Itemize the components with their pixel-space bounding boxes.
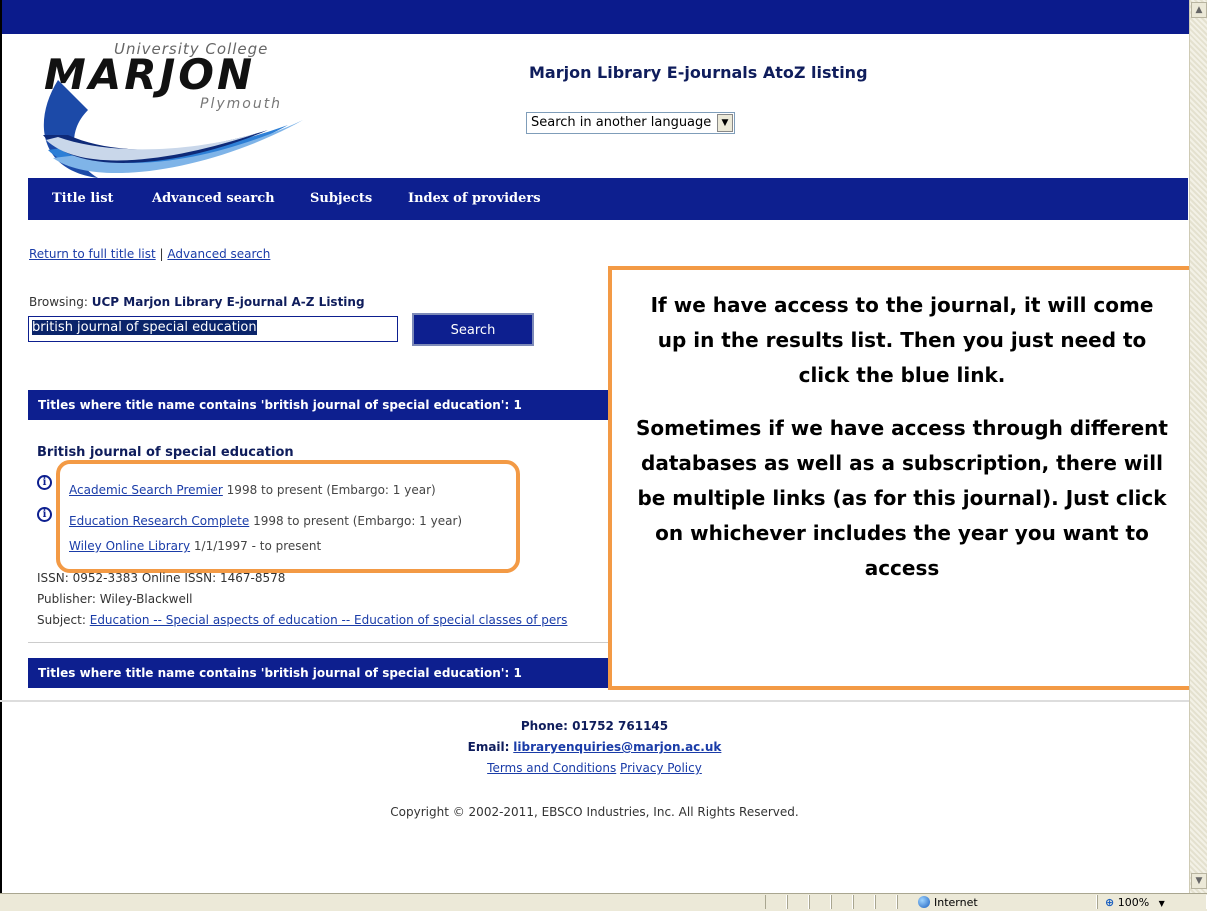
status-cell bbox=[875, 895, 897, 909]
terms-link[interactable]: Terms and Conditions bbox=[487, 761, 616, 775]
chevron-down-icon[interactable]: ▼ bbox=[1159, 899, 1165, 908]
zoom-control[interactable]: ⊕ 100% ▼ bbox=[1105, 895, 1200, 910]
globe-icon bbox=[918, 896, 930, 908]
vertical-scrollbar[interactable]: ▲ ▼ bbox=[1189, 0, 1207, 893]
advanced-search-link[interactable]: Advanced search bbox=[167, 247, 270, 261]
footer-email: Email: libraryenquiries@marjon.ac.uk bbox=[0, 740, 1189, 754]
footer-divider bbox=[0, 700, 1189, 702]
subject-label: Subject: bbox=[37, 613, 86, 627]
top-banner-strip bbox=[2, 0, 1189, 34]
browser-window: University College MARJON Plymouth Marjo… bbox=[0, 0, 1207, 911]
page-title: Marjon Library E-journals AtoZ listing bbox=[529, 63, 868, 82]
annotation-note: If we have access to the journal, it wil… bbox=[608, 266, 1196, 690]
subject: Subject: Education -- Special aspects of… bbox=[37, 613, 612, 627]
zoom-icon: ⊕ bbox=[1105, 896, 1115, 909]
subject-link[interactable]: Education -- Special aspects of educatio… bbox=[90, 613, 568, 627]
status-cell bbox=[787, 895, 809, 909]
breadcrumb-separator: | bbox=[159, 247, 164, 261]
browsing-collection: UCP Marjon Library E-journal A-Z Listing bbox=[91, 295, 365, 309]
return-to-title-list-link[interactable]: Return to full title list bbox=[29, 247, 156, 261]
publisher: Publisher: Wiley-Blackwell bbox=[37, 592, 193, 606]
annotation-paragraph-1: If we have access to the journal, it wil… bbox=[650, 293, 1154, 387]
status-cell bbox=[853, 895, 875, 909]
scroll-up-icon[interactable]: ▲ bbox=[1191, 2, 1207, 18]
security-zone: Internet bbox=[918, 895, 1088, 910]
status-bar: Internet ⊕ 100% ▼ bbox=[0, 893, 1207, 911]
status-cell bbox=[765, 895, 787, 909]
browsing-label-text: Browsing: bbox=[29, 295, 88, 309]
breadcrumb: Return to full title list | Advanced sea… bbox=[29, 247, 270, 261]
footer-phone: Phone: 01752 761145 bbox=[520, 719, 669, 733]
annotation-paragraph-2: Sometimes if we have access through diff… bbox=[636, 416, 1168, 580]
logo-bottom-text: Plymouth bbox=[200, 96, 283, 112]
logo[interactable]: University College MARJON Plymouth bbox=[28, 40, 318, 180]
info-icon[interactable]: i bbox=[37, 507, 52, 522]
provider-links-highlight bbox=[56, 460, 520, 573]
language-select-value: Search in another language bbox=[531, 115, 712, 130]
footer-email-label: Email: bbox=[467, 740, 510, 754]
footer-links: Terms and Conditions Privacy Policy bbox=[0, 761, 1189, 775]
main-nav: Title list Advanced search Subjects Inde… bbox=[28, 178, 1188, 220]
info-icon[interactable]: i bbox=[37, 475, 52, 490]
logo-main-text: MARJON bbox=[44, 50, 256, 99]
language-select[interactable]: Search in another language ▼ bbox=[526, 112, 735, 134]
zone-label: Internet bbox=[934, 896, 978, 909]
footer-email-link[interactable]: libraryenquiries@marjon.ac.uk bbox=[513, 740, 721, 754]
status-cell bbox=[809, 895, 831, 909]
browsing-label: Browsing: UCP Marjon Library E-journal A… bbox=[29, 295, 365, 309]
search-query-text: british journal of special education bbox=[32, 320, 257, 335]
search-input[interactable]: british journal of special education bbox=[28, 316, 398, 342]
scroll-down-icon[interactable]: ▼ bbox=[1191, 873, 1207, 889]
nav-title-list[interactable]: Title list bbox=[52, 191, 114, 206]
status-cell bbox=[831, 895, 853, 909]
nav-subjects[interactable]: Subjects bbox=[310, 191, 372, 206]
nav-advanced-search[interactable]: Advanced search bbox=[152, 191, 275, 206]
footer-copyright: Copyright © 2002-2011, EBSCO Industries,… bbox=[390, 805, 799, 819]
privacy-link[interactable]: Privacy Policy bbox=[620, 761, 702, 775]
zoom-level: 100% bbox=[1117, 896, 1150, 909]
nav-index-of-providers[interactable]: Index of providers bbox=[408, 191, 541, 206]
journal-title: British journal of special education bbox=[37, 445, 294, 460]
window-left-border bbox=[0, 0, 2, 893]
dropdown-arrow-icon[interactable]: ▼ bbox=[717, 114, 733, 132]
search-button[interactable]: Search bbox=[412, 313, 534, 346]
issn: ISSN: 0952-3383 Online ISSN: 1467-8578 bbox=[37, 571, 286, 585]
